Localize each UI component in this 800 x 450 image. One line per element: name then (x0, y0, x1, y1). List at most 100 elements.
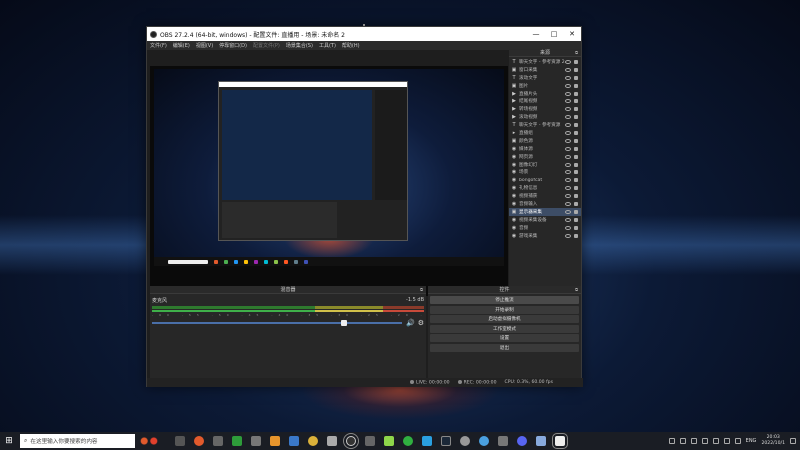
source-item[interactable]: ▣ 窗口采集 (509, 66, 581, 74)
source-item[interactable]: ▣ 颜色源 (509, 137, 581, 145)
visibility-eye-icon[interactable] (565, 107, 571, 112)
lock-icon[interactable] (574, 99, 578, 104)
obs-taskbar-icon[interactable] (343, 433, 359, 449)
notification-icon[interactable] (790, 438, 796, 444)
menu-view[interactable]: 视图(V) (196, 42, 213, 49)
lock-icon[interactable] (574, 138, 578, 143)
lock-icon[interactable] (574, 91, 578, 96)
menu-file[interactable]: 文件(F) (150, 42, 167, 49)
app-icon-15[interactable] (460, 436, 470, 446)
visibility-eye-icon[interactable] (565, 233, 571, 238)
app-icon-19[interactable] (536, 436, 546, 446)
edge-icon[interactable] (289, 436, 299, 446)
lock-icon[interactable] (574, 201, 578, 206)
source-item[interactable]: ◉ 礼物信息 (509, 184, 581, 192)
tray-app-icon-1[interactable] (679, 438, 686, 444)
discord-icon[interactable] (517, 436, 527, 446)
app-icon-16[interactable] (479, 436, 489, 446)
lock-icon[interactable] (574, 225, 578, 230)
maximize-button[interactable]: □ (545, 27, 563, 41)
visibility-eye-icon[interactable] (565, 130, 571, 135)
source-item[interactable]: ▶ 滚动视频 (509, 113, 581, 121)
source-item[interactable]: ▣ 显示器采集 (509, 207, 581, 216)
lock-icon[interactable] (574, 233, 578, 238)
visibility-eye-icon[interactable] (565, 186, 571, 191)
visibility-eye-icon[interactable] (565, 75, 571, 80)
input-language[interactable]: ENG (746, 438, 757, 444)
visibility-eye-icon[interactable] (565, 154, 571, 159)
source-item[interactable]: ◉ 媒体源 (509, 145, 581, 153)
settings-button[interactable]: 设置 (430, 334, 579, 342)
visibility-eye-icon[interactable] (565, 138, 571, 143)
tray-app-icon-3[interactable] (701, 438, 708, 444)
lock-icon[interactable] (574, 123, 578, 128)
source-item[interactable]: ◉ 网页源 (509, 153, 581, 161)
app-icon-17[interactable] (498, 436, 508, 446)
source-item[interactable]: ◉ 场景 (509, 168, 581, 176)
app-icon-11[interactable] (384, 436, 394, 446)
menu-scene-collection[interactable]: 场景集合(S) (286, 42, 313, 49)
lock-icon[interactable] (574, 146, 578, 151)
clock[interactable]: 20:03 2022/10/1 (761, 435, 785, 447)
lock-icon[interactable] (574, 130, 578, 135)
visibility-eye-icon[interactable] (565, 170, 571, 175)
app-icon-5[interactable] (270, 436, 280, 446)
studio-mode-button[interactable]: 工作室模式 (430, 324, 579, 333)
source-item[interactable]: ◉ 音频输入 (509, 200, 581, 208)
app-icon-13[interactable] (422, 436, 432, 446)
visibility-eye-icon[interactable] (565, 178, 571, 183)
lock-icon[interactable] (574, 178, 578, 183)
exit-button[interactable]: 退出 (430, 343, 579, 352)
stop-streaming-button[interactable]: 停止推流 (430, 296, 579, 304)
app-icon-4[interactable] (251, 436, 261, 446)
app-icon-10[interactable] (365, 436, 375, 446)
network-icon[interactable] (723, 438, 730, 444)
start-virtual-camera-button[interactable]: 启动虚拟摄像机 (430, 315, 579, 323)
visibility-eye-icon[interactable] (565, 59, 571, 64)
visibility-eye-icon[interactable] (565, 209, 571, 214)
source-item[interactable]: T 聊天文字 - 参考资源 (509, 121, 581, 129)
chrome-icon[interactable] (308, 436, 318, 446)
lock-icon[interactable] (574, 107, 578, 112)
visibility-eye-icon[interactable] (565, 91, 571, 96)
source-item[interactable]: ◉ 图像幻灯 (509, 161, 581, 169)
visibility-eye-icon[interactable] (565, 83, 571, 88)
visibility-eye-icon[interactable] (565, 194, 571, 199)
visibility-eye-icon[interactable] (565, 99, 571, 104)
lock-icon[interactable] (574, 194, 578, 199)
menu-docks[interactable]: 停靠窗口(D) (219, 42, 247, 49)
xbox-icon[interactable] (232, 436, 242, 446)
visibility-eye-icon[interactable] (565, 201, 571, 206)
tray-app-icon-4[interactable] (712, 438, 719, 444)
steam-icon[interactable] (441, 436, 451, 446)
speaker-icon[interactable]: 🔊 (406, 319, 415, 327)
taskbar-search-input[interactable]: ⌕ 在这里输入你要搜索的内容 (20, 434, 135, 448)
lock-icon[interactable] (574, 186, 578, 191)
tray-up-arrow-icon[interactable] (668, 438, 675, 444)
wechat-icon[interactable] (403, 436, 413, 446)
source-item[interactable]: ◉ 视频捕获 (509, 192, 581, 200)
app-icon-8[interactable] (327, 436, 337, 446)
minimize-button[interactable]: — (527, 27, 545, 41)
start-recording-button[interactable]: 开始录制 (430, 305, 579, 314)
windows-start-icon[interactable]: ⊞ (0, 432, 18, 450)
source-item[interactable]: T 滚动文字 (509, 74, 581, 82)
source-item[interactable]: ▶ 直播片头 (509, 90, 581, 98)
lock-icon[interactable] (574, 115, 578, 120)
menu-help[interactable]: 帮助(H) (342, 42, 360, 49)
app-icon-2[interactable] (213, 436, 223, 446)
volume-icon[interactable] (734, 438, 741, 444)
visibility-eye-icon[interactable] (565, 217, 571, 222)
menu-profile[interactable]: 配置文件(P) (253, 42, 280, 49)
lock-icon[interactable] (574, 154, 578, 159)
close-button[interactable]: ✕ (563, 27, 581, 41)
volume-slider-knob[interactable] (341, 320, 347, 326)
preview-canvas[interactable] (150, 66, 508, 296)
visibility-eye-icon[interactable] (565, 123, 571, 128)
visibility-eye-icon[interactable] (565, 146, 571, 151)
volume-slider[interactable] (152, 320, 402, 326)
lock-icon[interactable] (574, 209, 578, 214)
source-item[interactable]: ▣ 图片 (509, 82, 581, 90)
app-icon-1[interactable] (194, 436, 204, 446)
source-item[interactable]: ◉ bongofcat (509, 176, 581, 184)
